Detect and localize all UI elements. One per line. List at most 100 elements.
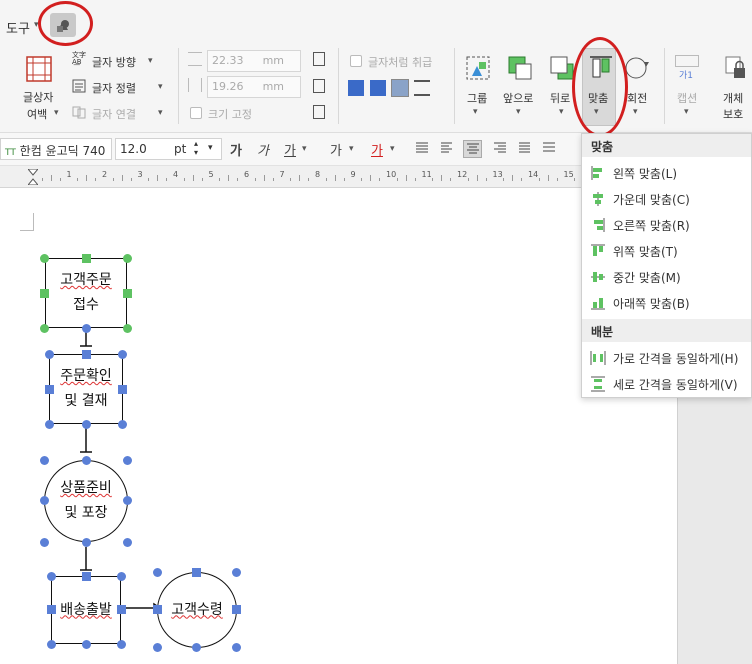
align-right-icon[interactable] [493, 141, 506, 155]
selection-handle[interactable] [123, 456, 132, 465]
selection-handle[interactable] [153, 643, 162, 652]
wrap-front-icon[interactable] [414, 80, 430, 96]
menu-item-distribute-vertical[interactable]: 세로 간격을 동일하게(V) [582, 371, 751, 397]
italic-button[interactable]: 가 [257, 140, 269, 159]
group-icon[interactable] [464, 54, 492, 82]
size-option-icon[interactable] [313, 79, 325, 93]
textbox-margin-icon[interactable] [25, 55, 53, 83]
size-option-icon[interactable] [313, 52, 325, 66]
menu-item-align-bottom[interactable]: 아래쪽 맞춤(B) [582, 290, 751, 316]
selection-handle[interactable] [123, 254, 132, 263]
selection-handle[interactable] [47, 605, 56, 614]
justify-icon[interactable] [415, 141, 428, 155]
send-back-button[interactable]: 뒤로 [550, 90, 570, 106]
selection-handle[interactable] [82, 572, 91, 581]
selection-handle[interactable] [45, 350, 54, 359]
textbox-group-label[interactable]: 글상자 [23, 89, 53, 105]
selection-handle[interactable] [117, 605, 126, 614]
selection-handle[interactable] [123, 289, 132, 298]
chevron-down-icon[interactable]: ▾ [516, 107, 521, 117]
selection-handle[interactable] [118, 350, 127, 359]
chevron-down-icon[interactable]: ▾ [559, 107, 564, 117]
font-color-button[interactable]: 가 [371, 140, 383, 159]
object-protect-line1[interactable]: 개체 [723, 90, 743, 106]
chevron-down-icon[interactable]: ▾ [390, 144, 395, 154]
selection-handle[interactable] [118, 385, 127, 394]
menu-item-align-left[interactable]: 왼쪽 맞춤(L) [582, 160, 751, 186]
text-link-button[interactable]: 글자 연결 [92, 106, 136, 122]
width-input[interactable]: 22.33 mm [207, 50, 301, 72]
menu-tools[interactable]: 도구 [6, 18, 30, 37]
text-align-button[interactable]: 글자 정렬 [92, 80, 136, 96]
bold-button[interactable]: 가 [230, 140, 242, 159]
flow-node-shipping[interactable]: 배송출발 [51, 576, 121, 644]
height-input[interactable]: 19.26 mm [207, 76, 301, 98]
flow-node-product-prep[interactable]: 상품준비 및 포장 [44, 460, 128, 542]
chevron-down-icon[interactable]: ▾ [208, 143, 213, 153]
flow-node-order-received[interactable]: 고객주문 접수 [45, 258, 127, 328]
spin-arrows-icon[interactable]: ▴ ▾ [194, 139, 198, 157]
selection-handle[interactable] [40, 496, 49, 505]
flow-node-order-confirm[interactable]: 주문확인 및 결재 [49, 354, 123, 424]
selection-handle[interactable] [40, 538, 49, 547]
bring-front-icon[interactable] [506, 54, 534, 82]
size-option-icon[interactable] [313, 105, 325, 119]
selection-handle[interactable] [232, 643, 241, 652]
align-left-icon[interactable] [440, 141, 453, 155]
selection-handle[interactable] [192, 568, 201, 577]
selection-handle[interactable] [40, 456, 49, 465]
selection-handle[interactable] [40, 324, 49, 333]
selection-handle[interactable] [45, 420, 54, 429]
selection-handle[interactable] [40, 289, 49, 298]
menu-item-align-center[interactable]: 가운데 맞춤(C) [582, 186, 751, 212]
selection-handle[interactable] [232, 568, 241, 577]
selection-handle[interactable] [47, 640, 56, 649]
treat-as-char-checkbox[interactable] [350, 55, 362, 67]
caption-button[interactable]: 캡션 [677, 90, 697, 106]
menu-item-align-middle[interactable]: 중간 맞춤(M) [582, 264, 751, 290]
margin-label[interactable]: 여백 [27, 106, 47, 122]
menu-item-distribute-horizontal[interactable]: 가로 간격을 동일하게(H) [582, 345, 751, 371]
selection-handle[interactable] [82, 420, 91, 429]
underline-button[interactable]: 가 [284, 140, 296, 159]
font-size-input[interactable]: 12.0 pt ▴ ▾ ▾ [115, 138, 222, 160]
selection-handle[interactable] [117, 572, 126, 581]
rotate-button[interactable]: 회전 [627, 90, 647, 106]
selection-handle[interactable] [47, 572, 56, 581]
selection-handle[interactable] [232, 605, 241, 614]
group-button[interactable]: 그룹 [467, 90, 487, 106]
chevron-down-icon[interactable]: ▾ [158, 108, 163, 118]
chevron-down-icon[interactable]: ▾ [473, 107, 478, 117]
chevron-down-icon[interactable]: ▾ [684, 107, 689, 117]
size-fixed-checkbox[interactable] [190, 107, 202, 119]
wrap-square-icon[interactable] [348, 80, 364, 96]
chevron-down-icon[interactable]: ▾ [302, 144, 307, 154]
selection-handle[interactable] [45, 385, 54, 394]
divide-icon[interactable] [542, 141, 556, 155]
chevron-down-icon[interactable]: ▾ [158, 82, 163, 92]
wrap-tight-icon[interactable] [370, 80, 386, 96]
chevron-down-icon[interactable]: ▾ [633, 107, 638, 117]
selection-handle[interactable] [118, 420, 127, 429]
bring-front-button[interactable]: 앞으로 [503, 90, 533, 106]
chevron-down-icon[interactable]: ▾ [148, 56, 153, 66]
selection-handle[interactable] [82, 254, 91, 263]
font-name-select[interactable]: TT 한컴 윤고딕 740 [0, 138, 112, 160]
align-center-icon[interactable] [463, 140, 482, 158]
flow-node-delivered[interactable]: 고객수령 [157, 572, 237, 648]
distribute-icon[interactable] [518, 141, 531, 155]
indent-marker-icon[interactable] [26, 168, 40, 186]
menu-item-align-right[interactable]: 오른쪽 맞춤(R) [582, 212, 751, 238]
selection-handle[interactable] [117, 640, 126, 649]
selection-handle[interactable] [82, 456, 91, 465]
selection-handle[interactable] [40, 254, 49, 263]
selection-handle[interactable] [123, 496, 132, 505]
selection-handle[interactable] [123, 324, 132, 333]
text-direction-button[interactable]: 글자 방향 [92, 54, 136, 70]
selection-handle[interactable] [153, 605, 162, 614]
selection-handle[interactable] [123, 538, 132, 547]
selection-handle[interactable] [82, 350, 91, 359]
strike-button[interactable]: 가 [330, 140, 342, 159]
selection-handle[interactable] [82, 538, 91, 547]
selection-handle[interactable] [82, 324, 91, 333]
